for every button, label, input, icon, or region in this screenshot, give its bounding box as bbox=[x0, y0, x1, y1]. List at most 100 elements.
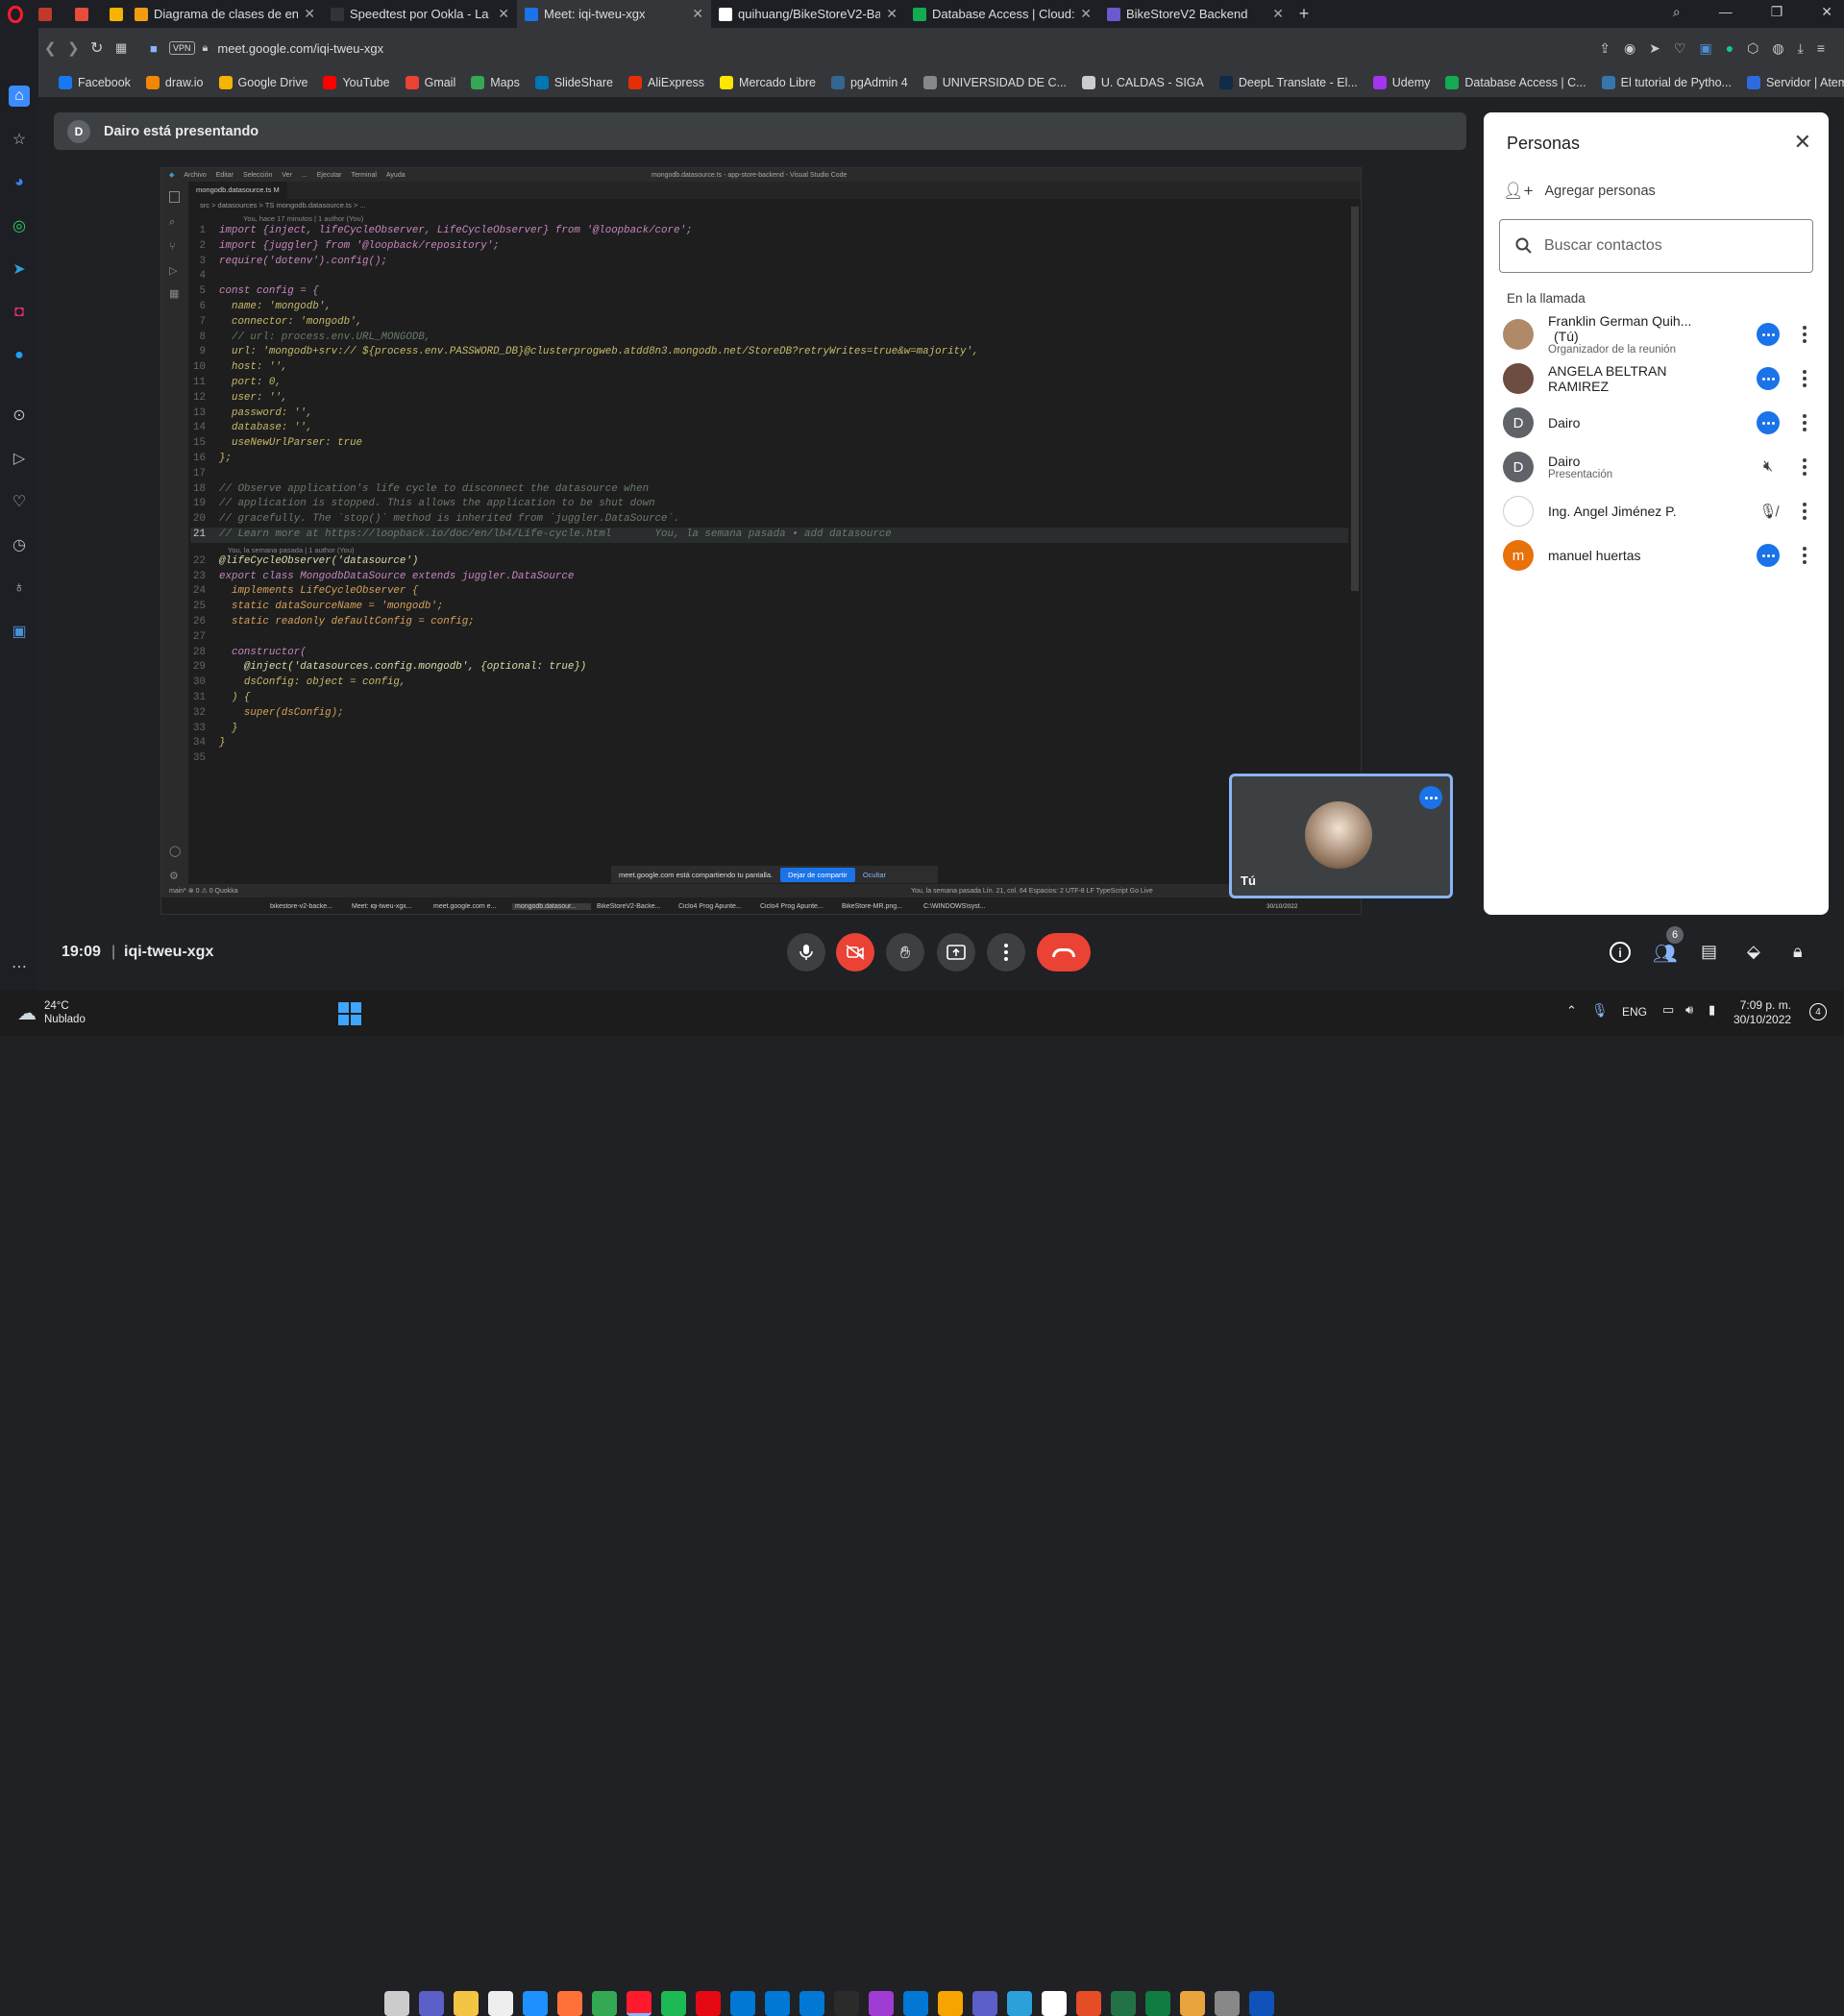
leave-call-button[interactable] bbox=[1037, 933, 1091, 971]
present-button[interactable] bbox=[937, 933, 975, 971]
more-options-button[interactable] bbox=[987, 933, 1025, 971]
instagram-icon[interactable]: ◘ bbox=[9, 302, 30, 323]
back-icon[interactable]: ❮ bbox=[44, 39, 67, 57]
netflix-icon[interactable] bbox=[696, 1991, 721, 2016]
whatsapp-icon[interactable]: ◎ bbox=[9, 215, 30, 236]
tray-monitor-icon[interactable]: ▭ bbox=[1662, 1002, 1674, 1018]
weather-widget[interactable]: ☁ 24°C Nublado bbox=[17, 999, 86, 1026]
extension-icon[interactable]: ▣ bbox=[1699, 40, 1711, 57]
vpn-badge[interactable]: VPN bbox=[169, 41, 195, 55]
app-icon[interactable] bbox=[1180, 1991, 1205, 2016]
minimize-icon[interactable]: — bbox=[1719, 4, 1733, 20]
twitter-icon[interactable]: ● bbox=[9, 345, 30, 366]
close-panel-icon[interactable]: ✕ bbox=[1794, 130, 1811, 155]
volume-icon[interactable]: 🔊︎ bbox=[1685, 1002, 1693, 1018]
menu-icon[interactable]: ≡ bbox=[1817, 40, 1825, 57]
participant-more-icon[interactable] bbox=[1793, 414, 1816, 431]
bookmark-item[interactable]: Facebook bbox=[52, 76, 137, 89]
home-icon[interactable]: ⌂ bbox=[9, 86, 30, 107]
bookmark-item[interactable]: AliExpress bbox=[622, 76, 711, 89]
browser-tab[interactable]: Diagrama de clases de ent ✕ bbox=[127, 0, 323, 28]
bookmark-item[interactable]: Udemy bbox=[1366, 76, 1438, 89]
calculator-icon[interactable] bbox=[765, 1991, 790, 2016]
participant-more-icon[interactable] bbox=[1793, 458, 1816, 476]
bookmark-item[interactable]: UNIVERSIDAD DE C... bbox=[917, 76, 1073, 89]
explorer-icon[interactable] bbox=[454, 1991, 479, 2016]
tips-icon[interactable]: ♁ bbox=[9, 578, 30, 599]
raise-hand-button[interactable]: ✋︎ bbox=[886, 933, 924, 971]
bookmark-item[interactable]: Mercado Libre bbox=[713, 76, 823, 89]
people-button[interactable]: 👥︎ 6 bbox=[1653, 926, 1684, 966]
snapshot-icon[interactable]: ◉ bbox=[1624, 40, 1635, 57]
task-view-icon[interactable] bbox=[384, 1991, 409, 2016]
chrome-icon[interactable] bbox=[592, 1991, 617, 2016]
search-contacts-field[interactable]: Buscar contactos bbox=[1499, 219, 1813, 273]
browser-tab[interactable] bbox=[31, 0, 67, 28]
notification-badge[interactable]: 4 bbox=[1809, 1003, 1827, 1020]
tab-close-icon[interactable]: ✕ bbox=[304, 6, 315, 22]
send-icon[interactable]: ➤ bbox=[1649, 40, 1660, 57]
grammarly-icon[interactable]: ● bbox=[1726, 40, 1733, 57]
sublime-icon[interactable] bbox=[938, 1991, 963, 2016]
language-indicator[interactable]: ENG bbox=[1622, 1005, 1647, 1019]
forward-icon[interactable]: ❯ bbox=[67, 39, 90, 57]
vscode-icon[interactable] bbox=[730, 1991, 755, 2016]
tray-chevron-icon[interactable]: ⌃ bbox=[1566, 1003, 1577, 1019]
mongodb-icon[interactable] bbox=[1042, 1991, 1067, 2016]
terminal-icon[interactable] bbox=[903, 1991, 928, 2016]
tab-close-icon[interactable]: ✕ bbox=[886, 6, 897, 22]
bookmark-item[interactable]: pgAdmin 4 bbox=[824, 76, 915, 89]
word-icon[interactable] bbox=[1249, 1991, 1274, 2016]
opera-icon[interactable] bbox=[627, 1991, 652, 2016]
browser-tab[interactable] bbox=[67, 0, 102, 28]
tab-search-icon[interactable]: ⌕ bbox=[1673, 4, 1681, 20]
participant-row[interactable]: m manuel huertas bbox=[1503, 533, 1816, 578]
excel-icon[interactable] bbox=[1145, 1991, 1170, 2016]
download-icon[interactable]: ⤓ bbox=[1798, 40, 1804, 57]
app-icon[interactable] bbox=[834, 1991, 859, 2016]
camera-button[interactable] bbox=[836, 933, 874, 971]
clock[interactable]: 7:09 p. m. 30/10/2022 bbox=[1733, 998, 1791, 1027]
tabs-grid-icon[interactable]: ▦ bbox=[115, 40, 150, 56]
history-icon[interactable]: ◷ bbox=[9, 534, 30, 555]
new-tab-button[interactable]: + bbox=[1291, 4, 1316, 24]
bookmark-item[interactable]: draw.io bbox=[139, 76, 210, 89]
edge-icon[interactable] bbox=[523, 1991, 548, 2016]
browser-tab[interactable] bbox=[102, 0, 127, 28]
telegram-icon[interactable]: ➤ bbox=[9, 258, 30, 280]
browser-tab[interactable]: Meet: iqi-tweu-xgx ✕ bbox=[517, 0, 711, 28]
bookmark-item[interactable]: El tutorial de Pytho... bbox=[1595, 76, 1738, 89]
messenger-icon[interactable]: ◕ bbox=[9, 172, 30, 193]
cube-icon[interactable]: ⬡ bbox=[1747, 40, 1758, 57]
bookmark-item[interactable]: YouTube bbox=[316, 76, 396, 89]
tab-close-icon[interactable]: ✕ bbox=[1272, 6, 1284, 22]
participant-more-icon[interactable] bbox=[1793, 547, 1816, 564]
bookmark-item[interactable]: Maps bbox=[464, 76, 527, 89]
camera-indicator-icon[interactable]: ■ bbox=[150, 41, 169, 56]
browser-tab[interactable]: Database Access | Cloud: M ✕ bbox=[905, 0, 1099, 28]
tab-close-icon[interactable]: ✕ bbox=[692, 6, 703, 22]
profile-icon[interactable]: ◍ bbox=[1772, 40, 1783, 57]
url-field[interactable]: meet.google.com/iqi-tweu-xgx bbox=[217, 41, 383, 56]
tray-mic-icon[interactable]: 🎙︎ bbox=[1591, 1002, 1609, 1019]
tab-close-icon[interactable]: ✕ bbox=[498, 6, 509, 22]
browser-tab[interactable]: BikeStoreV2 Backend ✕ bbox=[1099, 0, 1291, 28]
bookmark-icon[interactable]: ☆ bbox=[9, 129, 30, 150]
sheets-icon[interactable] bbox=[1111, 1991, 1136, 2016]
browser-tab[interactable]: quihuang/BikeStoreV2-Bac ✕ bbox=[711, 0, 905, 28]
participant-more-icon[interactable] bbox=[1793, 326, 1816, 343]
share-page-icon[interactable]: ⇪ bbox=[1599, 40, 1610, 57]
participant-more-icon[interactable] bbox=[1793, 370, 1816, 387]
postman-icon[interactable] bbox=[1076, 1991, 1101, 2016]
participant-row[interactable]: Franklin German Quih... (Tú) Organizador… bbox=[1503, 312, 1816, 356]
bookmark-item[interactable]: DeepL Translate - El... bbox=[1213, 76, 1365, 89]
chat-icon[interactable]: ▤ bbox=[1701, 942, 1717, 962]
participant-row[interactable]: ANGELA BELTRAN RAMIREZ bbox=[1503, 356, 1816, 401]
spotify-icon[interactable] bbox=[661, 1991, 686, 2016]
start-button[interactable] bbox=[338, 1002, 361, 1025]
participant-row[interactable]: D Dairo bbox=[1503, 401, 1816, 445]
opera-logo-icon[interactable] bbox=[0, 5, 31, 23]
bookmark-item[interactable]: SlideShare bbox=[529, 76, 620, 89]
telegram-icon[interactable] bbox=[1007, 1991, 1032, 2016]
tab-close-icon[interactable]: ✕ bbox=[1080, 6, 1092, 22]
